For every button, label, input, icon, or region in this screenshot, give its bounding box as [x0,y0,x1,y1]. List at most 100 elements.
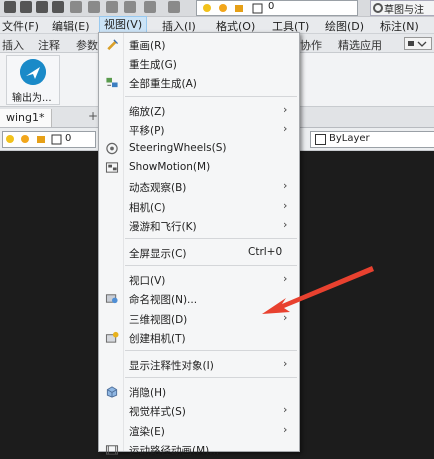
view-menu-item-label: 消隐(H) [129,387,167,400]
view-menu-item-label: 运动路径动画(M)... [129,444,220,457]
view-menu-item[interactable]: 渲染(E) › [99,421,299,440]
layer-value: 0 [268,1,275,12]
layer-mini-value: 0 [65,133,72,144]
submenu-arrow-icon: › [283,422,288,436]
view-menu-item[interactable]: 平移(P) › [99,120,299,139]
workspace-label: 草图与注 [384,5,424,16]
submenu-arrow-icon: › [283,272,288,286]
redo-icon[interactable] [168,1,180,13]
plot-icon[interactable] [88,1,100,13]
save-icon[interactable] [20,1,32,13]
view-menu-item-label: 三维视图(D) [129,313,188,326]
open-icon[interactable] [70,1,82,13]
tab-annotate[interactable]: 注释 [38,37,60,53]
menu-draw[interactable]: 绘图(D) [325,18,364,34]
gear-icon [373,3,383,13]
view-menu-item[interactable]: 命名视图(N)... [99,289,299,308]
view-menu-item[interactable]: 视口(V) › [99,270,299,289]
workspace-switch[interactable]: 草图与注 [370,0,434,16]
quick-access-toolbar: 0 草图与注 [0,0,434,17]
menu-separator [125,377,297,379]
layer-control[interactable]: 0 [2,131,96,148]
tab-parametric[interactable]: 参数 [76,37,98,53]
hide-icon [106,386,118,398]
menu-separator [125,238,297,239]
ribbon-options-button[interactable] [404,37,432,50]
submenu-arrow-icon: › [283,121,288,135]
linetype-dropdown[interactable]: ByLayer [310,131,434,148]
web-icon[interactable] [106,1,118,13]
view-menu-item-label: 视觉样式(S) [129,406,186,419]
layer-state-icons [203,3,263,14]
view-menu-item[interactable]: 创建相机(T) [99,328,299,347]
view-menu-item[interactable]: 全部重生成(A) [99,73,299,92]
view-menu-item-label: 重画(R) [129,40,166,52]
save-as-icon[interactable] [36,1,48,13]
view-menu-item[interactable]: 动态观察(B) › [99,177,299,196]
create-camera-icon [105,331,119,343]
view-menu-item[interactable]: 缩放(Z) › [99,101,299,120]
motion-path-icon [105,445,119,455]
view-menu-item[interactable]: 视觉样式(S) › [99,401,299,420]
view-menu-item-label: 缩放(Z) [129,105,166,118]
layer-dropdown[interactable]: 0 [196,0,358,16]
shortcut-label: Ctrl+0 [248,246,283,258]
view-menu-item[interactable]: 全屏显示(C) Ctrl+0 [99,243,299,262]
view-menu-item-label: 重生成(G) [129,59,177,72]
view-menu-item-label: 相机(C) [129,201,166,214]
view-menu-item-label: 显示注释性对象(I) [129,360,214,372]
regen-all-icon [106,78,118,88]
export-button[interactable]: 输出为... [6,55,60,105]
view-menu-item[interactable]: 三维视图(D) › [99,309,299,328]
tab-insert[interactable]: 插入 [2,37,24,53]
tab-collaborate[interactable]: 协作 [300,37,322,53]
undo-icon[interactable] [144,1,156,13]
tab-drawing1[interactable]: wing1* [0,109,52,127]
color-swatch [315,134,326,145]
view-menu-item[interactable]: 相机(C) › [99,197,299,216]
export-icon [20,59,46,85]
submenu-arrow-icon: › [283,217,288,231]
view-menu-item-label: 全屏显示(C) [129,248,187,260]
showmotion-icon [105,162,119,173]
layer-state-icons [6,134,62,145]
new-tab-button[interactable]: + [88,109,98,123]
tab-featured-apps[interactable]: 精选应用 [338,37,382,53]
chevron-down-icon [408,41,427,47]
menu-dimension[interactable]: 标注(N) [380,18,419,34]
named-views-icon [105,294,118,304]
view-menu-item[interactable]: SteeringWheels(S) [99,139,299,158]
view-menu-item-label: 平移(P) [129,124,165,137]
submenu-arrow-icon: › [283,102,288,116]
view-menu-item[interactable]: 消隐(H) [99,382,299,401]
view-menu-item[interactable]: 运动路径动画(M)... [99,440,299,459]
submenu-arrow-icon: › [283,357,288,370]
view-menu-item-label: 渲染(E) [129,425,165,438]
view-menu-item[interactable]: 重画(R) [99,35,299,54]
view-menu-item-label: 创建相机(T) [129,332,186,345]
view-menu-item-label: 命名视图(N)... [129,294,198,307]
view-menu-item-label: 漫游和飞行(K) [129,220,197,233]
menu-view[interactable]: 视图(V) [99,16,148,33]
view-menu-item[interactable]: ShowMotion(M) [99,158,299,177]
submenu-arrow-icon: › [283,310,288,324]
view-menu-item-label: ShowMotion(M) [129,161,211,174]
view-menu-item[interactable]: 重生成(G) [99,54,299,73]
view-menu-item-label: 视口(V) [129,275,166,288]
menu-separator [125,265,297,267]
linetype-label: ByLayer [329,133,370,144]
menu-edit[interactable]: 编辑(E) [52,18,90,34]
view-menu-item-label: SteeringWheels(S) [129,142,227,154]
view-menu-item[interactable]: 显示注释性对象(I) › [99,355,299,374]
view-menu-item-label: 全部重生成(A) [129,78,197,91]
share-icon[interactable] [124,1,136,13]
redraw-icon [107,39,119,51]
view-menu-item-label: 动态观察(B) [129,182,187,195]
print-icon[interactable] [52,1,64,13]
menu-file[interactable]: 文件(F) [2,18,39,34]
new-file-icon[interactable] [4,1,16,13]
steering-wheel-icon [106,142,118,155]
submenu-arrow-icon: › [283,198,288,212]
submenu-arrow-icon: › [283,179,288,193]
view-menu-item[interactable]: 漫游和飞行(K) › [99,216,299,235]
